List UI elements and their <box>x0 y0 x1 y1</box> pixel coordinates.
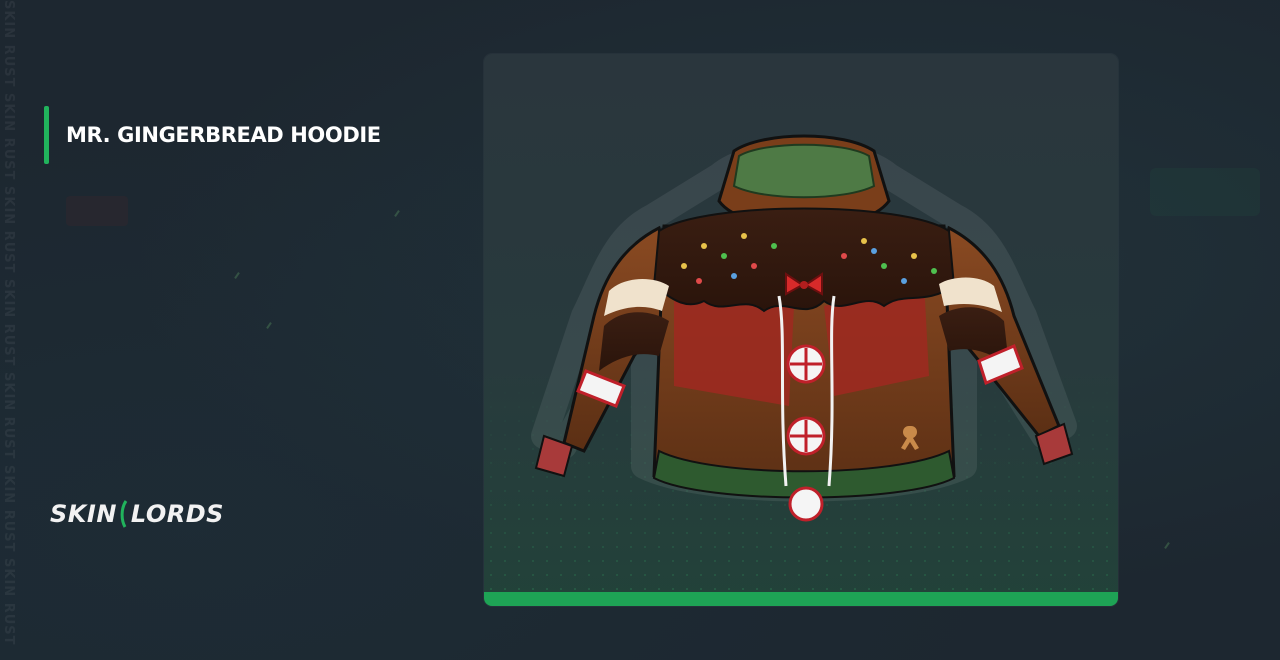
item-title: MR. GINGERBREAD HOODIE <box>66 123 381 147</box>
decor-speck <box>1164 542 1170 549</box>
item-header: MR. GINGERBREAD HOODIE <box>44 106 381 164</box>
card-accent-bar <box>484 592 1118 606</box>
logo-slash-icon <box>120 500 128 528</box>
logo-text-lords: LORDS <box>130 500 224 528</box>
decor-speck <box>234 272 240 279</box>
logo-text-skin: SKIN <box>50 500 117 528</box>
title-accent-bar <box>44 106 49 164</box>
peppermint-button-icon <box>786 344 826 522</box>
item-preview-card <box>484 54 1118 606</box>
faded-badge <box>66 196 128 226</box>
skinlords-logo: SKIN LORDS <box>50 500 224 528</box>
side-watermark: SKIN RUST SKIN RUST SKIN RUST SKIN RUST … <box>1 0 16 646</box>
decor-speck <box>394 210 400 217</box>
faded-panel <box>1150 168 1260 216</box>
gingerbread-hoodie-icon <box>531 134 1077 522</box>
decor-speck <box>266 322 272 329</box>
